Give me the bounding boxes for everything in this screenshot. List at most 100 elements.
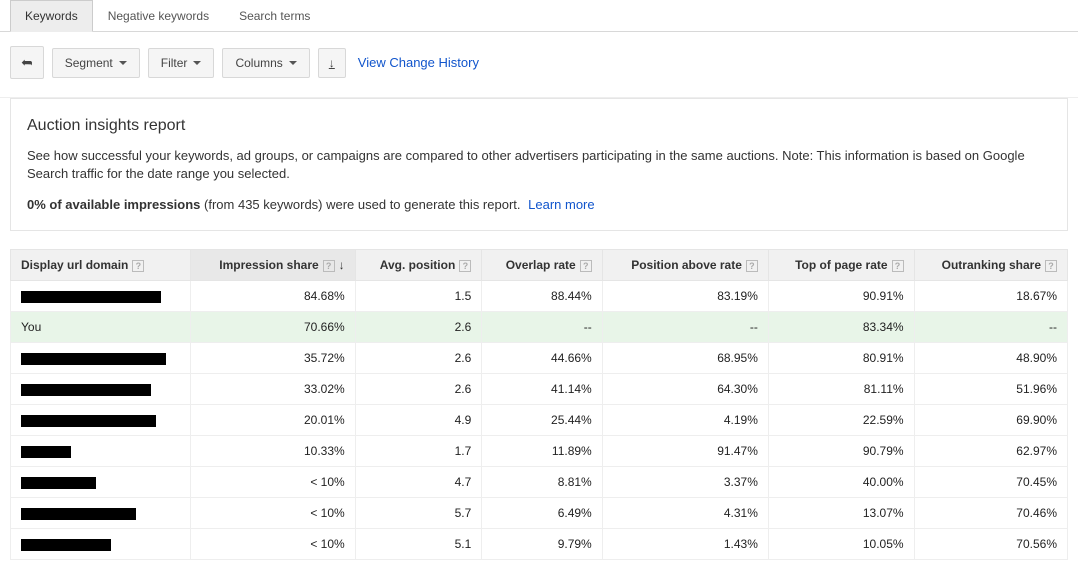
sort-desc-icon: ↓ (339, 258, 345, 272)
cell-domain (11, 374, 191, 405)
cell-impshare: 84.68% (191, 281, 356, 312)
redacted-domain (21, 539, 111, 551)
cell-impshare: 10.33% (191, 436, 356, 467)
cell-avgpos: 5.1 (355, 529, 482, 560)
col-impression-share[interactable]: Impression share?↓ (191, 250, 356, 281)
columns-button[interactable]: Columns (222, 48, 309, 78)
panel-title: Auction insights report (27, 117, 1051, 135)
cell-posabove: 68.95% (602, 343, 768, 374)
cell-outrank: 18.67% (914, 281, 1067, 312)
cell-topofpage: 22.59% (768, 405, 914, 436)
col-overlap-rate[interactable]: Overlap rate? (482, 250, 602, 281)
cell-domain (11, 467, 191, 498)
col-outranking-share[interactable]: Outranking share? (914, 250, 1067, 281)
cell-avgpos: 1.5 (355, 281, 482, 312)
cell-domain (11, 343, 191, 374)
tab-negative-keywords[interactable]: Negative keywords (93, 0, 224, 31)
table-row[interactable]: 84.68%1.588.44%83.19%90.91%18.67% (11, 281, 1068, 312)
col-avg-position[interactable]: Avg. position? (355, 250, 482, 281)
cell-domain (11, 498, 191, 529)
cell-topofpage: 80.91% (768, 343, 914, 374)
cell-topofpage: 83.34% (768, 312, 914, 343)
view-change-history-link[interactable]: View Change History (358, 55, 479, 70)
impressions-rest: (from 435 keywords) were used to generat… (200, 197, 524, 212)
help-icon[interactable]: ? (580, 260, 592, 272)
redacted-domain (21, 446, 71, 458)
redacted-domain (21, 415, 156, 427)
cell-domain (11, 529, 191, 560)
cell-impshare: 33.02% (191, 374, 356, 405)
cell-overlap: 9.79% (482, 529, 602, 560)
table-row[interactable]: 10.33%1.711.89%91.47%90.79%62.97% (11, 436, 1068, 467)
table-row[interactable]: < 10%4.78.81%3.37%40.00%70.45% (11, 467, 1068, 498)
cell-topofpage: 90.91% (768, 281, 914, 312)
cell-impshare: 35.72% (191, 343, 356, 374)
cell-avgpos: 1.7 (355, 436, 482, 467)
redacted-domain (21, 477, 96, 489)
cell-domain (11, 436, 191, 467)
cell-outrank: 70.56% (914, 529, 1067, 560)
cell-posabove: 4.19% (602, 405, 768, 436)
cell-posabove: 4.31% (602, 498, 768, 529)
col-top-of-page-rate[interactable]: Top of page rate? (768, 250, 914, 281)
cell-domain: You (11, 312, 191, 343)
cell-overlap: 88.44% (482, 281, 602, 312)
cell-outrank: -- (914, 312, 1067, 343)
cell-outrank: 48.90% (914, 343, 1067, 374)
help-icon[interactable]: ? (323, 260, 335, 272)
tab-keywords[interactable]: Keywords (10, 0, 93, 32)
cell-outrank: 69.90% (914, 405, 1067, 436)
cell-topofpage: 40.00% (768, 467, 914, 498)
cell-outrank: 70.45% (914, 467, 1067, 498)
caret-down-icon (193, 61, 201, 65)
impressions-line: 0% of available impressions (from 435 ke… (27, 197, 1051, 212)
impressions-bold: 0% of available impressions (27, 197, 200, 212)
cell-avgpos: 5.7 (355, 498, 482, 529)
redacted-domain (21, 291, 161, 303)
cell-avgpos: 2.6 (355, 312, 482, 343)
cell-overlap: 41.14% (482, 374, 602, 405)
cell-posabove: 3.37% (602, 467, 768, 498)
table-row[interactable]: < 10%5.19.79%1.43%10.05%70.56% (11, 529, 1068, 560)
learn-more-link[interactable]: Learn more (528, 197, 594, 212)
table-row[interactable]: < 10%5.76.49%4.31%13.07%70.46% (11, 498, 1068, 529)
cell-overlap: 25.44% (482, 405, 602, 436)
help-icon[interactable]: ? (892, 260, 904, 272)
table-row[interactable]: 20.01%4.925.44%4.19%22.59%69.90% (11, 405, 1068, 436)
download-button[interactable]: ↓ (318, 48, 346, 78)
help-icon[interactable]: ? (459, 260, 471, 272)
redacted-domain (21, 384, 151, 396)
cell-overlap: 44.66% (482, 343, 602, 374)
cell-topofpage: 90.79% (768, 436, 914, 467)
redacted-domain (21, 508, 136, 520)
col-display-url-domain[interactable]: Display url domain? (11, 250, 191, 281)
back-button[interactable]: ➦ (10, 46, 44, 79)
tab-search-terms[interactable]: Search terms (224, 0, 325, 31)
download-icon: ↓ (329, 56, 335, 70)
cell-impshare: 20.01% (191, 405, 356, 436)
col-position-above-rate[interactable]: Position above rate? (602, 250, 768, 281)
cell-topofpage: 13.07% (768, 498, 914, 529)
cell-avgpos: 4.9 (355, 405, 482, 436)
tabs-bar: Keywords Negative keywords Search terms (0, 0, 1078, 32)
cell-avgpos: 2.6 (355, 374, 482, 405)
cell-posabove: 64.30% (602, 374, 768, 405)
filter-button[interactable]: Filter (148, 48, 215, 78)
cell-overlap: 6.49% (482, 498, 602, 529)
cell-outrank: 70.46% (914, 498, 1067, 529)
back-arrow-icon: ➦ (21, 54, 33, 71)
table-row[interactable]: You70.66%2.6----83.34%-- (11, 312, 1068, 343)
cell-topofpage: 10.05% (768, 529, 914, 560)
help-icon[interactable]: ? (132, 260, 144, 272)
toolbar: ➦ Segment Filter Columns ↓ View Change H… (0, 34, 1078, 98)
cell-domain (11, 281, 191, 312)
cell-impshare: 70.66% (191, 312, 356, 343)
caret-down-icon (289, 61, 297, 65)
table-row[interactable]: 35.72%2.644.66%68.95%80.91%48.90% (11, 343, 1068, 374)
cell-posabove: 91.47% (602, 436, 768, 467)
help-icon[interactable]: ? (746, 260, 758, 272)
cell-overlap: 8.81% (482, 467, 602, 498)
help-icon[interactable]: ? (1045, 260, 1057, 272)
segment-button[interactable]: Segment (52, 48, 140, 78)
table-row[interactable]: 33.02%2.641.14%64.30%81.11%51.96% (11, 374, 1068, 405)
